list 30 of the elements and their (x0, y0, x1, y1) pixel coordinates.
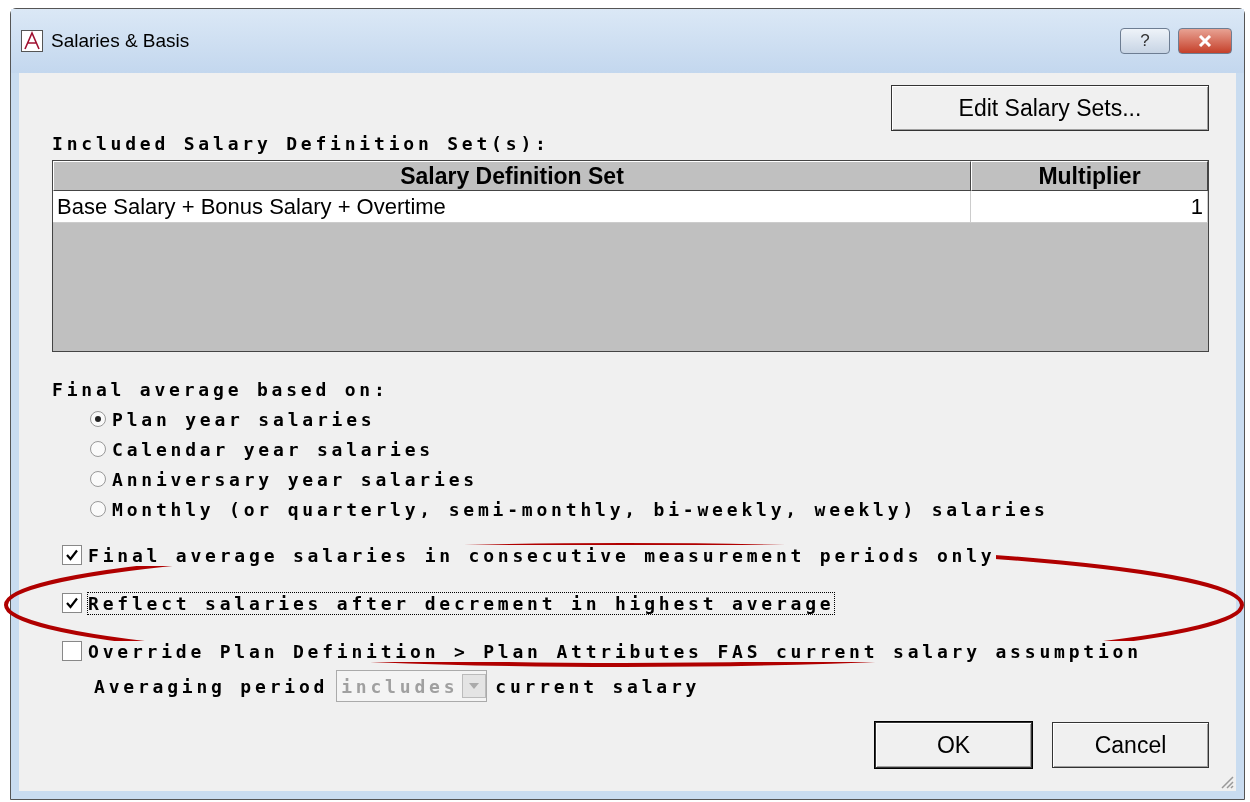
radio-label: Anniversary year salaries (112, 468, 478, 490)
column-header[interactable]: Multiplier (971, 161, 1208, 191)
caret-icon (469, 683, 480, 689)
close-icon (1198, 35, 1212, 47)
radio-label: Monthly (or quarterly, semi-monthly, bi-weekly, weekly) salaries (112, 498, 1049, 520)
radio-label: Calendar year salaries (112, 438, 434, 460)
radio-button[interactable] (90, 501, 106, 517)
checkbox[interactable] (62, 545, 82, 565)
checkbox-label: Final average salaries in consecutive measurement periods only (88, 544, 996, 566)
help-button[interactable]: ? (1120, 28, 1170, 54)
included-sets-label: Included Salary Definition Set(s): (52, 133, 551, 154)
radio-button[interactable] (90, 441, 106, 457)
checkbox-label: Reflect salaries after decrement in highest average (88, 592, 835, 614)
current-salary-label: current salary (495, 675, 701, 697)
app-icon (21, 30, 43, 52)
table-cell: 1 (971, 191, 1208, 223)
radio-button[interactable] (90, 411, 106, 427)
checkbox[interactable] (62, 641, 82, 661)
final-average-label: Final average based on: (52, 379, 390, 400)
radio-button[interactable] (90, 471, 106, 487)
cancel-button[interactable]: Cancel (1052, 722, 1209, 768)
close-button[interactable] (1178, 28, 1232, 54)
checkbox[interactable] (62, 593, 82, 613)
averaging-period-label: Averaging period (94, 675, 329, 697)
radio-label: Plan year salaries (112, 408, 376, 430)
column-header[interactable]: Salary Definition Set (53, 161, 971, 191)
window-title: Salaries & Basis (51, 30, 191, 52)
table-cell: Base Salary + Bonus Salary + Overtime (53, 191, 971, 223)
edit-salary-sets-button[interactable]: Edit Salary Sets... (891, 85, 1209, 131)
ok-button[interactable]: OK (875, 722, 1032, 768)
